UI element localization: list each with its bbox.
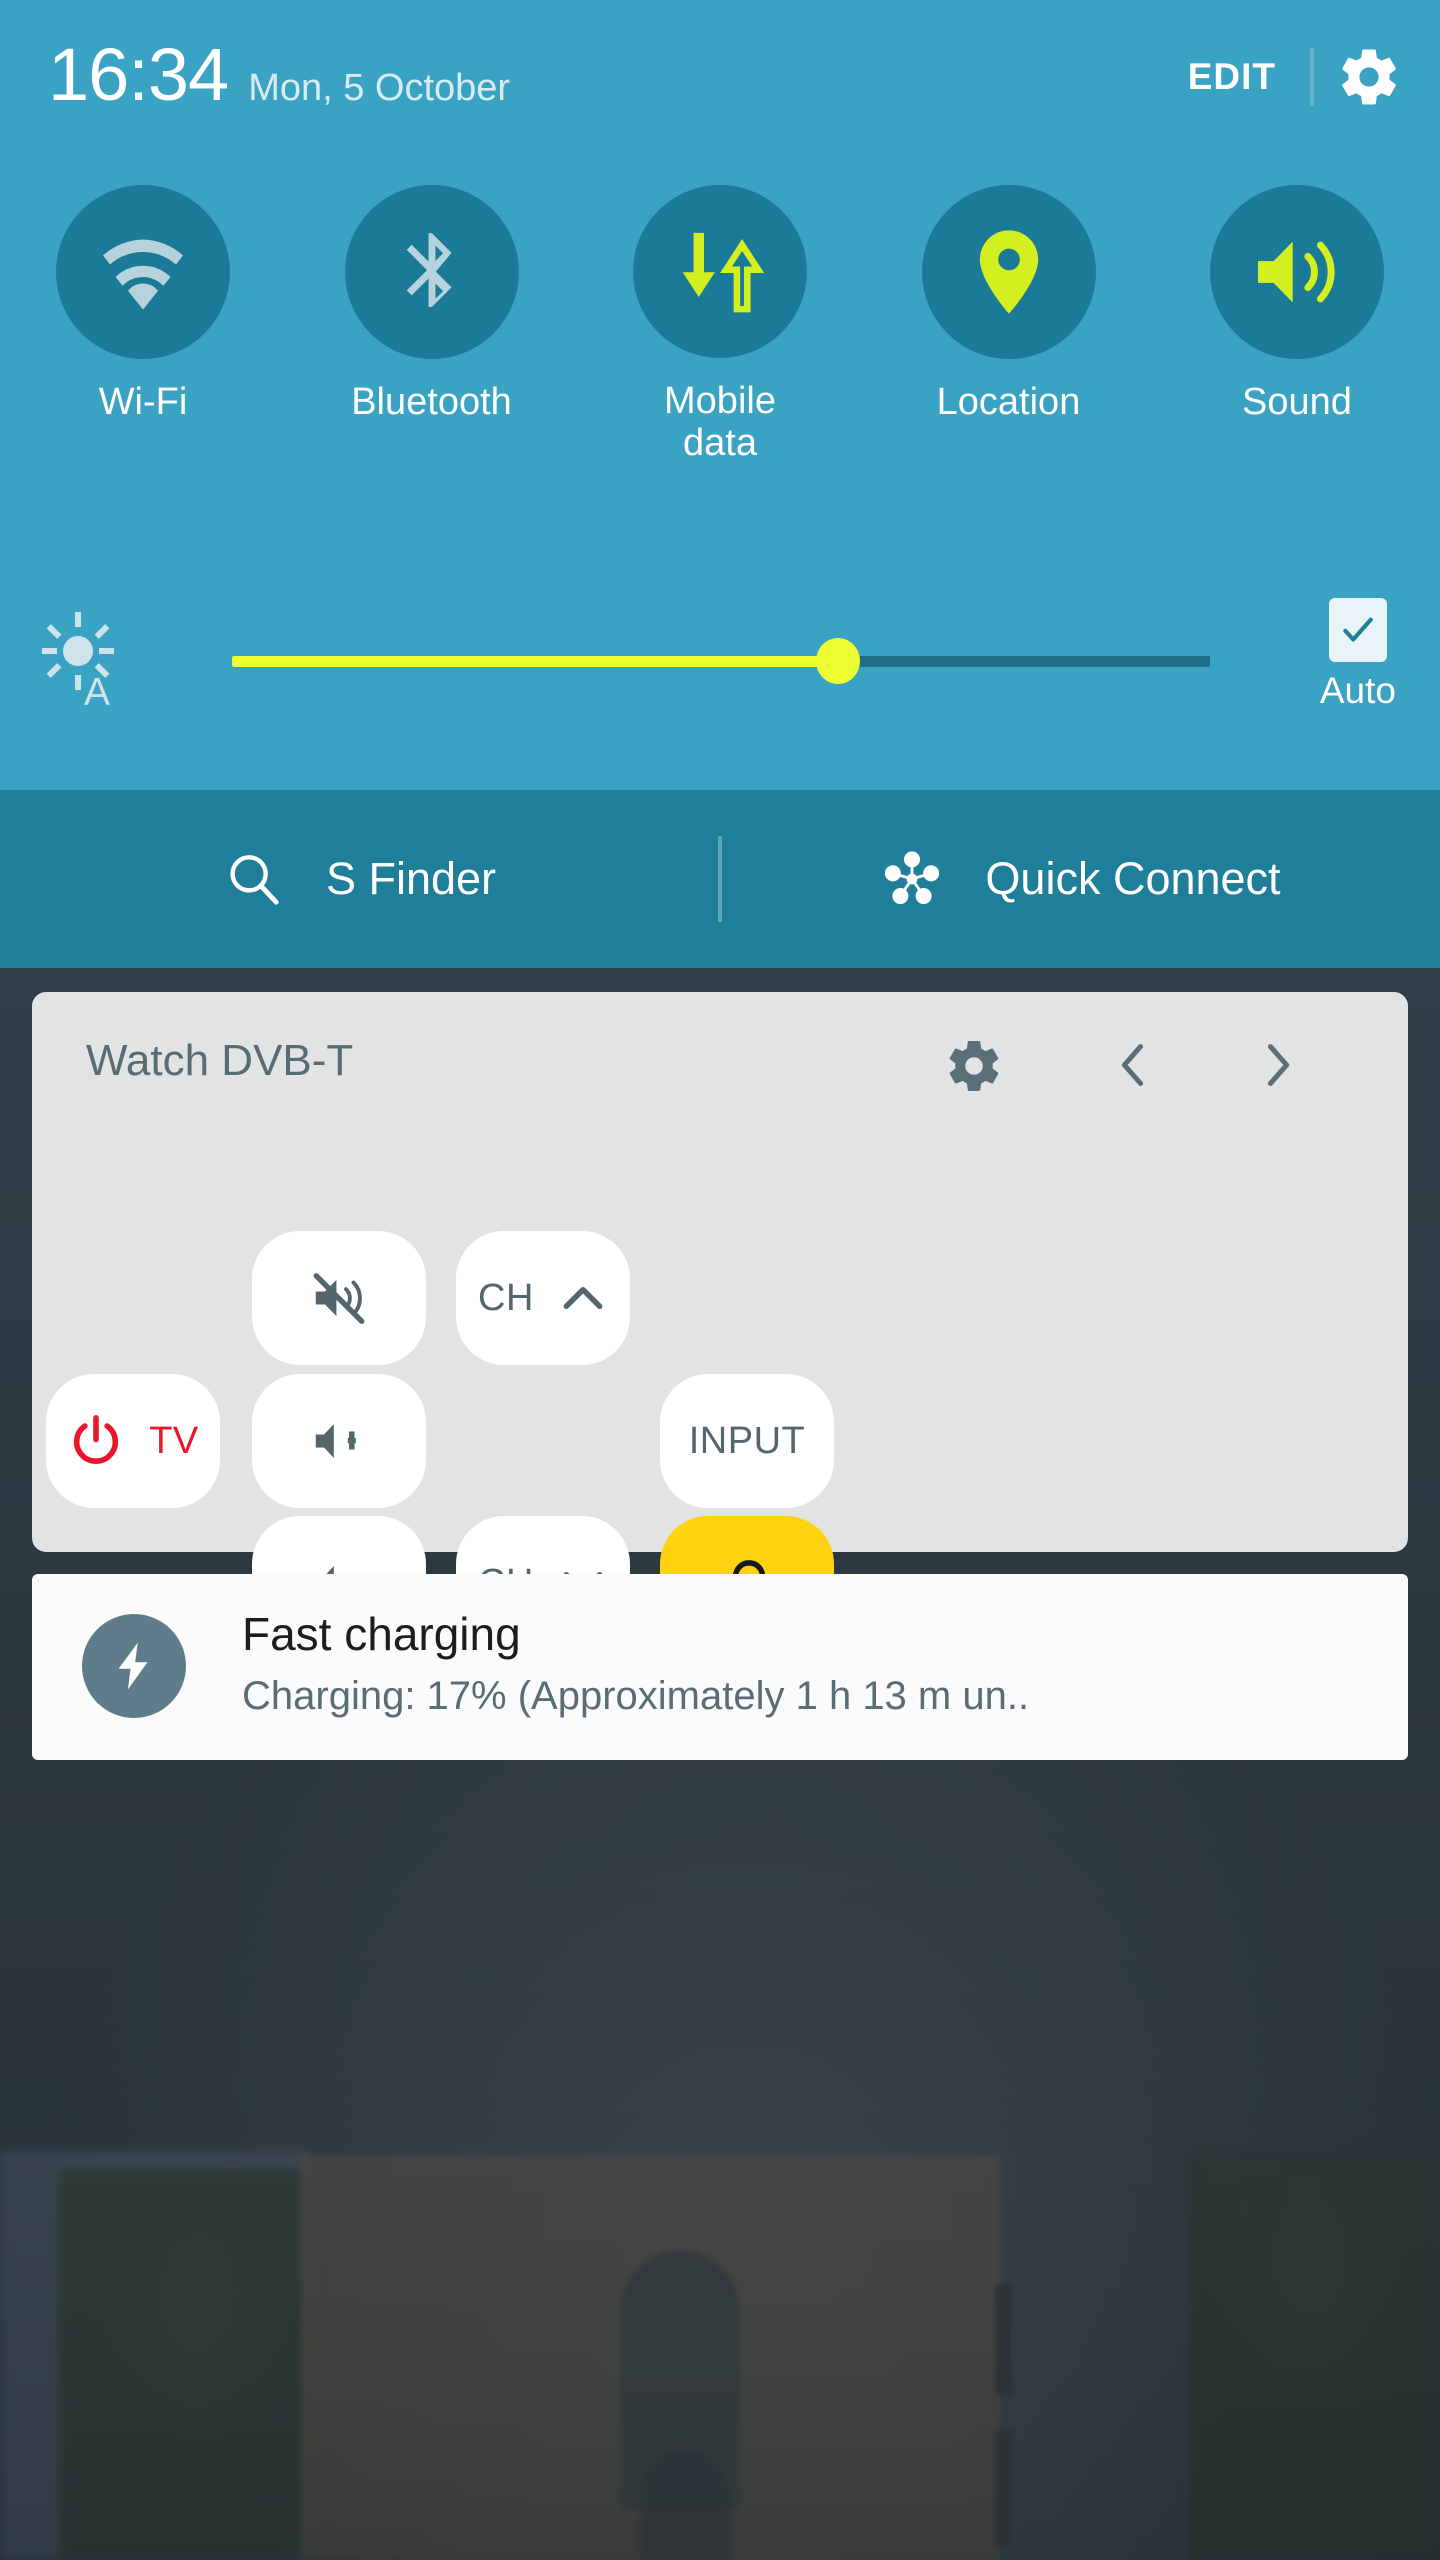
toggle-wifi-circle [56,185,230,359]
channel-up-label: CH [478,1276,534,1319]
notification-subtitle: Charging: 17% (Approximately 1 h 13 m un… [242,1674,1030,1718]
remote-title: Watch DVB-T [86,1036,354,1085]
wallpaper-slit-lower [995,2430,1011,2545]
remote-mute-button[interactable] [252,1231,426,1365]
brightness-auto-icon: A [42,612,114,708]
edit-block: EDIT [1178,44,1402,110]
brightness-slider[interactable] [232,638,1210,684]
volume-mute-icon [313,1273,365,1324]
wallpaper-slit-upper [995,2285,1011,2395]
quick-toggles-row: Wi-Fi Bluetooth Mobile data Location Sou… [0,185,1440,465]
wifi-icon [103,239,183,310]
toggle-bluetooth[interactable]: Bluetooth [307,185,557,465]
s-finder-label: S Finder [325,853,497,904]
chevron-up-icon [563,1286,603,1310]
brightness-row: A Auto [0,590,1440,730]
chevron-left-icon[interactable] [1107,1034,1159,1096]
notification-title: Fast charging [242,1608,521,1660]
quick-connect-button[interactable]: Quick Connect [722,790,1440,968]
speaker-icon [1258,241,1335,303]
remote-header: Watch DVB-T [32,992,1408,1132]
slider-fill [232,656,839,667]
clock-time: 16:34 [48,33,229,116]
toggle-bluetooth-label: Bluetooth [351,381,512,423]
wallpaper-tree-left [60,2170,310,2560]
remote-power-button[interactable]: TV [46,1374,220,1508]
bolt-glyph [118,1642,148,1690]
power-tv-label: TV [149,1419,199,1462]
toggle-bluetooth-circle [344,185,519,359]
toggle-location-circle [921,185,1096,359]
gear-icon[interactable] [1336,44,1402,110]
toggle-location-label: Location [936,381,1081,423]
edit-button[interactable]: EDIT [1178,50,1306,104]
toggle-wifi[interactable]: Wi-Fi [18,185,268,465]
chevron-right-icon[interactable] [1252,1034,1304,1096]
remote-input-button[interactable]: INPUT [660,1374,834,1508]
hub-nodes-icon [885,851,940,905]
power-icon [74,1415,119,1464]
mobile-data-icon [682,233,765,313]
location-pin-icon [979,230,1038,314]
gear-icon[interactable] [944,1036,1004,1096]
bluetooth-icon [406,233,452,307]
toggle-mobile-data-label: Mobile data [664,379,776,465]
lightning-bolt-icon [82,1614,186,1718]
toggle-sound-label: Sound [1242,381,1352,423]
quick-settings-panel: 16:34 Mon, 5 October EDIT Wi-Fi Bluetoot… [0,0,1440,790]
toggle-sound-circle [1210,185,1384,359]
toggle-wifi-label: Wi-Fi [98,381,188,423]
notification-card[interactable]: Fast charging Charging: 17% (Approximate… [32,1574,1408,1760]
auto-label: Auto [1319,670,1396,711]
input-label: INPUT [688,1419,806,1462]
remote-volume-up-button[interactable] [252,1374,426,1508]
search-icon [230,855,279,905]
quick-connect-label: Quick Connect [985,853,1281,904]
svg-text:A: A [84,671,110,708]
volume-up-icon [315,1423,356,1459]
s-finder-button[interactable]: S Finder [0,790,718,968]
toggle-mobile-data[interactable]: Mobile data [595,185,845,465]
slider-thumb[interactable] [816,638,861,684]
toggle-location[interactable]: Location [884,185,1134,465]
wallpaper-tree-right [1190,2150,1440,2560]
clock-date: Mon, 5 October [248,67,511,109]
clock-block: 16:34 Mon, 5 October [48,38,510,112]
toggle-sound[interactable]: Sound [1172,185,1422,465]
checkmark-icon [1343,617,1373,642]
wallpaper-arch-door [640,2450,730,2560]
status-row: 16:34 Mon, 5 October EDIT [0,0,1440,150]
auto-checkbox[interactable] [1328,598,1387,662]
auto-brightness-toggle[interactable]: Auto [1320,598,1396,712]
remote-channel-up-button[interactable]: CH [456,1231,630,1365]
toggle-mobile-data-circle [633,185,807,358]
header-divider [1310,48,1314,106]
shortcuts-bar: S Finder Quick Connect [0,790,1440,968]
